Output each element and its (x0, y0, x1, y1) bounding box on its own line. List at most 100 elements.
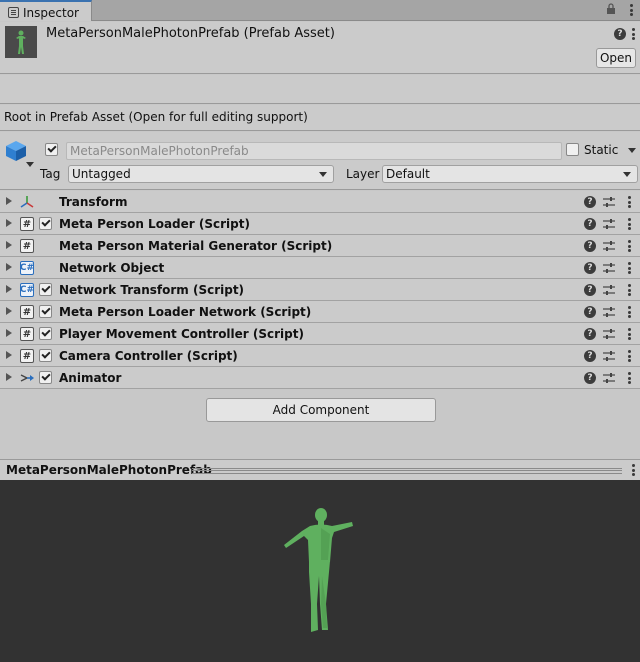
preview-title: MetaPersonMalePhotonPrefab (6, 463, 212, 477)
presets-icon[interactable] (603, 328, 615, 340)
lock-icon[interactable] (606, 3, 616, 17)
help-icon[interactable]: ? (584, 218, 596, 230)
help-icon[interactable]: ? (614, 28, 626, 40)
component-menu-icon[interactable] (628, 328, 631, 340)
foldout-arrow-icon[interactable] (6, 329, 12, 337)
gameobject-name-field[interactable]: MetaPersonMalePhotonPrefab (66, 142, 562, 160)
presets-icon[interactable] (603, 196, 615, 208)
component-network-transform[interactable]: C# Network Transform (Script) ? (0, 279, 640, 301)
foldout-arrow-icon[interactable] (6, 263, 12, 271)
component-name: Transform (59, 195, 128, 209)
script-icon: # (20, 305, 34, 319)
script-icon: # (20, 239, 34, 253)
transform-icon (20, 196, 34, 208)
tag-dropdown[interactable]: Untagged (68, 165, 334, 183)
icon-dropdown-arrow-icon[interactable] (26, 162, 34, 167)
component-name: Network Transform (Script) (59, 283, 245, 297)
foldout-arrow-icon[interactable] (6, 373, 12, 381)
component-enabled-checkbox[interactable] (39, 371, 52, 384)
component-meta-person-loader[interactable]: # Meta Person Loader (Script) ? (0, 213, 640, 235)
gameobject-cube-icon[interactable] (5, 140, 27, 162)
gameobject-header: MetaPersonMalePhotonPrefab Static Tag Un… (0, 132, 640, 190)
component-menu-icon[interactable] (628, 240, 631, 252)
component-animator[interactable]: Animator ? (0, 367, 640, 389)
root-info-label: Root in Prefab Asset (Open for full edit… (0, 105, 640, 131)
inspector-icon (8, 7, 19, 18)
help-icon[interactable]: ? (584, 372, 596, 384)
open-prefab-button[interactable]: Open (596, 48, 636, 68)
animator-icon (20, 374, 34, 382)
component-network-object[interactable]: C# Network Object ? (0, 257, 640, 279)
component-meta-person-loader-network[interactable]: # Meta Person Loader Network (Script) ? (0, 301, 640, 323)
inspector-tabbar: Inspector (0, 0, 640, 21)
preview-resize-handle[interactable] (192, 468, 622, 474)
model-preview[interactable] (0, 480, 640, 662)
component-camera-controller[interactable]: # Camera Controller (Script) ? (0, 345, 640, 367)
component-name: Meta Person Material Generator (Script) (59, 239, 333, 253)
presets-icon[interactable] (603, 218, 615, 230)
tab-label: Inspector (23, 5, 79, 20)
component-menu-icon[interactable] (628, 262, 631, 274)
layer-dropdown[interactable]: Default (382, 165, 638, 183)
presets-icon[interactable] (603, 306, 615, 318)
tab-menu-icon[interactable] (630, 4, 633, 16)
prefab-thumbnail (5, 26, 37, 58)
presets-icon[interactable] (603, 350, 615, 362)
presets-icon[interactable] (603, 240, 615, 252)
static-label: Static (584, 143, 619, 157)
component-name: Camera Controller (Script) (59, 349, 238, 363)
component-name: Meta Person Loader (Script) (59, 217, 250, 231)
network-script-icon: C# (19, 261, 35, 275)
foldout-arrow-icon[interactable] (6, 219, 12, 227)
component-enabled-checkbox[interactable] (39, 283, 52, 296)
empty-toolbar-strip (0, 75, 640, 104)
foldout-arrow-icon[interactable] (6, 307, 12, 315)
component-name: Animator (59, 371, 122, 385)
script-icon: # (20, 327, 34, 341)
component-enabled-checkbox[interactable] (39, 327, 52, 340)
help-icon[interactable]: ? (584, 306, 596, 318)
component-meta-person-material-generator[interactable]: # Meta Person Material Generator (Script… (0, 235, 640, 257)
asset-title: MetaPersonMalePhotonPrefab (Prefab Asset… (46, 26, 335, 41)
component-menu-icon[interactable] (628, 306, 631, 318)
gameobject-active-checkbox[interactable] (45, 143, 58, 156)
static-dropdown-arrow-icon[interactable] (628, 148, 636, 153)
preview-menu-icon[interactable] (632, 464, 635, 476)
component-menu-icon[interactable] (628, 196, 631, 208)
add-component-button[interactable]: Add Component (206, 398, 436, 422)
help-icon[interactable]: ? (584, 284, 596, 296)
tab-inspector[interactable]: Inspector (0, 0, 92, 21)
foldout-arrow-icon[interactable] (6, 241, 12, 249)
tag-label: Tag (40, 167, 61, 181)
component-enabled-checkbox[interactable] (39, 217, 52, 230)
help-icon[interactable]: ? (584, 196, 596, 208)
help-icon[interactable]: ? (584, 262, 596, 274)
presets-icon[interactable] (603, 262, 615, 274)
component-transform[interactable]: Transform ? (0, 191, 640, 213)
script-icon: # (20, 349, 34, 363)
component-enabled-checkbox[interactable] (39, 349, 52, 362)
foldout-arrow-icon[interactable] (6, 197, 12, 205)
help-icon[interactable]: ? (584, 240, 596, 252)
foldout-arrow-icon[interactable] (6, 285, 12, 293)
static-checkbox[interactable] (566, 143, 579, 156)
component-player-movement-controller[interactable]: # Player Movement Controller (Script) ? (0, 323, 640, 345)
presets-icon[interactable] (603, 284, 615, 296)
asset-header: MetaPersonMalePhotonPrefab (Prefab Asset… (0, 22, 640, 74)
component-list: Transform ? # Meta Person Loader (Script… (0, 191, 640, 389)
component-name: Player Movement Controller (Script) (59, 327, 304, 341)
presets-icon[interactable] (603, 372, 615, 384)
foldout-arrow-icon[interactable] (6, 351, 12, 359)
component-enabled-checkbox[interactable] (39, 305, 52, 318)
character-model-preview (284, 508, 353, 632)
help-icon[interactable]: ? (584, 350, 596, 362)
component-menu-icon[interactable] (628, 372, 631, 384)
header-menu-icon[interactable] (632, 28, 635, 40)
component-menu-icon[interactable] (628, 218, 631, 230)
preview-header: MetaPersonMalePhotonPrefab (0, 459, 640, 480)
component-menu-icon[interactable] (628, 350, 631, 362)
component-menu-icon[interactable] (628, 284, 631, 296)
layer-label: Layer (346, 167, 380, 181)
help-icon[interactable]: ? (584, 328, 596, 340)
network-script-icon: C# (19, 283, 35, 297)
